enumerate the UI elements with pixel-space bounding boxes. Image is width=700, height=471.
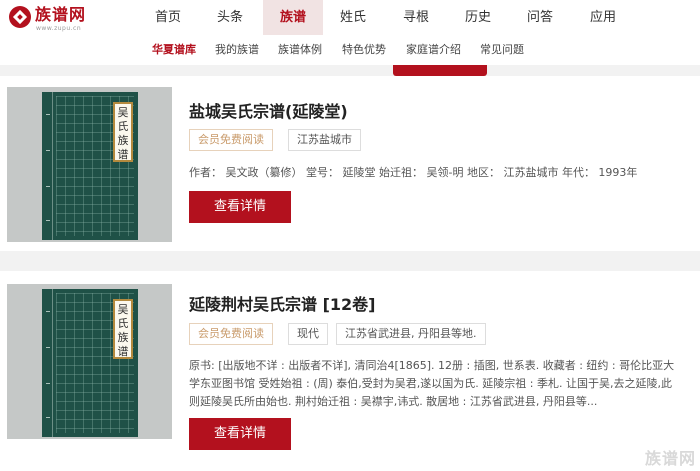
- view-details-button[interactable]: 查看详情: [189, 191, 291, 223]
- subnav-advantages[interactable]: 特色优势: [342, 35, 386, 65]
- logo-name: 族谱网: [35, 5, 87, 24]
- nav-qa[interactable]: 问答: [520, 0, 560, 35]
- subnav-family-intro[interactable]: 家庭谱介绍: [406, 35, 461, 65]
- nav-genealogy[interactable]: 族谱: [263, 0, 323, 35]
- sub-navigation: 华夏谱库 我的族谱 族谱体例 特色优势 家庭谱介绍 常见问题: [0, 35, 700, 65]
- subnav-my-genealogy[interactable]: 我的族谱: [215, 35, 259, 65]
- genealogy-meta: 作者： 吴文政（纂修） 堂号： 延陵堂 始迁祖： 吴领-明 地区： 江苏盐城市 …: [189, 166, 638, 179]
- book-icon: 吴氏族谱: [42, 92, 138, 240]
- genealogy-title[interactable]: 盐城吴氏宗谱(延陵堂): [189, 98, 348, 122]
- genealogy-title[interactable]: 延陵荆村吴氏宗谱 [12卷]: [189, 291, 375, 315]
- previous-detail-button-edge[interactable]: [393, 65, 487, 76]
- logo-icon: [9, 6, 31, 28]
- nav-apps[interactable]: 应用: [583, 0, 623, 35]
- region-tag: 江苏盐城市: [288, 129, 361, 151]
- region-tag: 江苏省武进县, 丹阳县等地.: [336, 323, 486, 345]
- top-navigation: 族谱网 www.zupu.cn 首页 头条 族谱 姓氏 寻根 历史 问答 应用: [0, 0, 700, 35]
- nav-history[interactable]: 历史: [458, 0, 498, 35]
- subnav-faq[interactable]: 常见问题: [480, 35, 524, 65]
- genealogy-card: 吴氏族谱 盐城吴氏宗谱(延陵堂) 会员免费阅读 江苏盐城市 作者： 吴文政（纂修…: [0, 76, 700, 251]
- watermark: 族谱网: [644, 449, 696, 468]
- book-cover-label: 吴氏族谱: [113, 102, 133, 162]
- genealogy-card: 吴氏族谱 延陵荆村吴氏宗谱 [12卷] 会员免费阅读 现代 江苏省武进县, 丹阳…: [0, 271, 700, 471]
- logo-domain: www.zupu.cn: [36, 25, 82, 32]
- member-free-tag: 会员免费阅读: [189, 323, 273, 345]
- view-details-button[interactable]: 查看详情: [189, 418, 291, 450]
- site-logo[interactable]: 族谱网 www.zupu.cn: [9, 5, 94, 33]
- book-icon: 吴氏族谱: [42, 289, 138, 437]
- nav-roots[interactable]: 寻根: [396, 0, 436, 35]
- book-cover[interactable]: 吴氏族谱: [7, 284, 172, 439]
- member-free-tag: 会员免费阅读: [189, 129, 273, 151]
- nav-headlines[interactable]: 头条: [210, 0, 250, 35]
- genealogy-description: 原书: [出版地不详 : 出版者不详], 清同治4[1865]. 12册 : 插…: [189, 359, 675, 408]
- subnav-style[interactable]: 族谱体例: [278, 35, 322, 65]
- era-tag: 现代: [288, 323, 328, 345]
- book-cover[interactable]: 吴氏族谱: [7, 87, 172, 242]
- nav-home[interactable]: 首页: [148, 0, 188, 35]
- nav-surnames[interactable]: 姓氏: [333, 0, 373, 35]
- subnav-library[interactable]: 华夏谱库: [152, 35, 196, 65]
- book-cover-label: 吴氏族谱: [113, 299, 133, 359]
